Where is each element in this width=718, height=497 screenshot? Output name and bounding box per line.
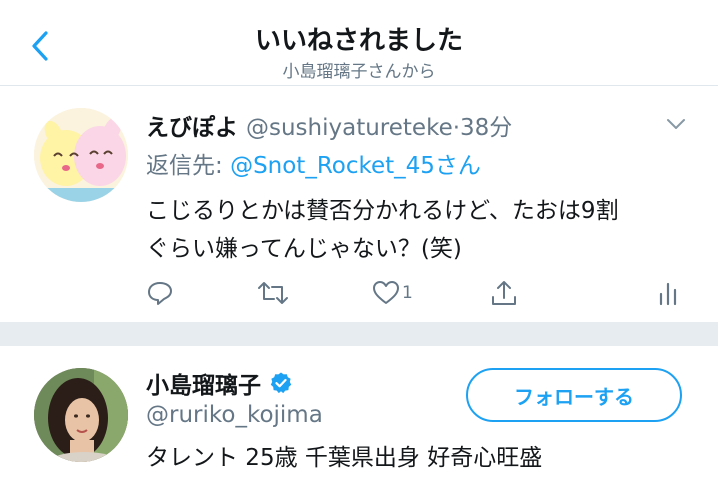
tweet-actions: 1 [146, 278, 686, 308]
top-bar: いいねされました 小島瑠璃子さんから [0, 0, 718, 86]
tweet-author-avatar[interactable] [34, 108, 128, 202]
tweet-text: こじるりとかは賛否分かれるけど、たおは9割 ぐらい嫌ってんじゃない？(笑) [146, 192, 619, 268]
user-display-name[interactable]: 小島瑠璃子 [146, 366, 293, 400]
like-button[interactable]: 1 [372, 278, 413, 308]
tweet-text-line: こじるりとかは賛否分かれるけど、たおは9割 [146, 198, 619, 224]
like-count: 1 [402, 283, 413, 303]
avatar-illustration [34, 108, 128, 202]
user-bio: タレント 25歳 千葉県出身 好奇心旺盛 [146, 445, 543, 471]
user-handle: @ruriko_kojima [146, 402, 323, 428]
page-title: いいねされました [254, 26, 463, 56]
user-name-text: 小島瑠璃子 [146, 373, 261, 399]
reply-mention-link[interactable]: @Snot_Rocket_45さん [230, 153, 481, 179]
tweet-menu-button[interactable] [664, 114, 688, 134]
user-photo [34, 368, 128, 462]
page-subtitle: 小島瑠璃子さんから [282, 62, 436, 82]
heart-icon [373, 281, 399, 304]
liker-user-card[interactable]: 小島瑠璃子 @ruriko_kojima タレント 25歳 千葉県出身 好奇心旺… [0, 346, 718, 497]
reply-button[interactable] [146, 278, 174, 308]
analytics-button[interactable] [658, 278, 678, 308]
analytics-icon [659, 282, 677, 306]
share-icon [492, 281, 516, 305]
tweet-text-line: ぐらい嫌ってんじゃない？(笑) [146, 236, 462, 262]
share-button[interactable] [490, 278, 518, 308]
tweet-header: えびぽよ @sushiyatureteke·38分 [146, 108, 512, 142]
retweet-icon [258, 282, 288, 304]
reply-icon [148, 282, 172, 305]
caret-down-icon [667, 119, 685, 129]
verified-badge-icon [269, 371, 293, 395]
reply-prefix: 返信先: [146, 153, 231, 179]
author-display-name[interactable]: えびぽよ [146, 115, 238, 141]
section-separator [0, 322, 718, 346]
reply-context: 返信先: @Snot_Rocket_45さん [146, 146, 481, 180]
liked-tweet[interactable]: えびぽよ @sushiyatureteke·38分 返信先: @Snot_Rock… [0, 86, 718, 322]
author-handle-and-time: @sushiyatureteke·38分 [246, 115, 513, 141]
user-avatar[interactable] [34, 368, 128, 462]
follow-button[interactable]: フォローする [466, 368, 682, 422]
retweet-button[interactable] [256, 278, 290, 308]
